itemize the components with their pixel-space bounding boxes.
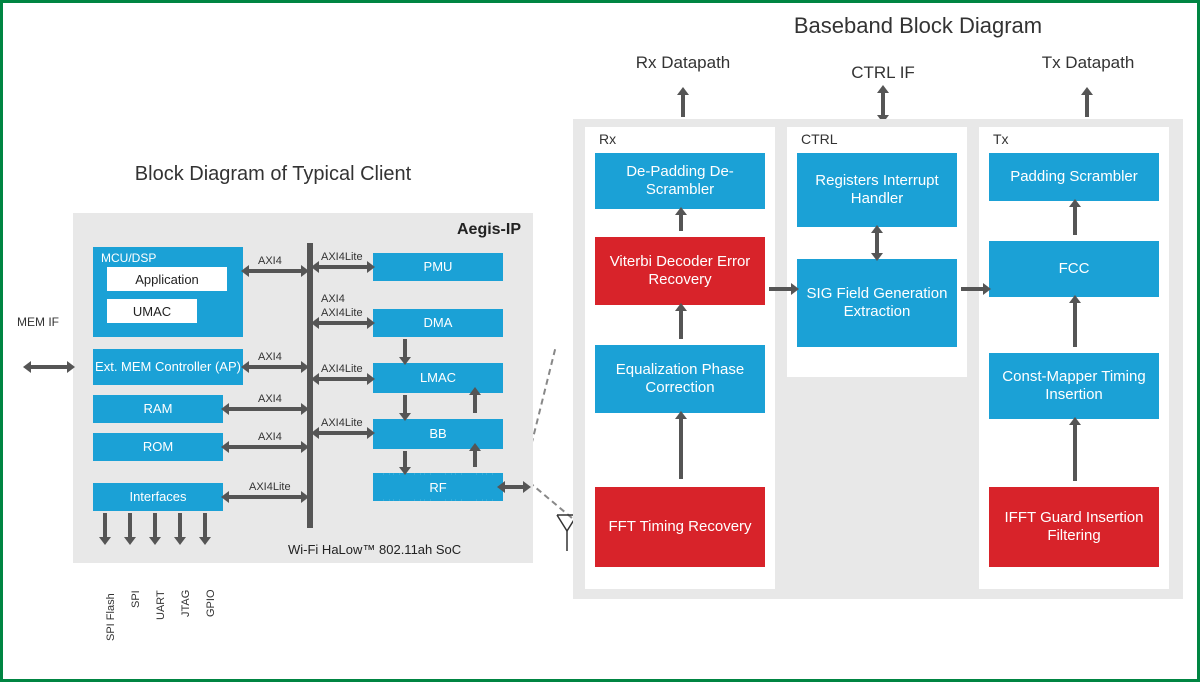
ctrl-arrow	[875, 233, 879, 253]
axi4-label-dma: AXI4	[321, 293, 345, 305]
if-arrow-4	[203, 513, 207, 537]
if-port-4: GPIO	[205, 589, 217, 617]
if-port-3: JTAG	[180, 590, 192, 617]
if-port-0: SPI Flash	[105, 593, 117, 641]
tx-pad-block: Padding Scrambler	[989, 153, 1159, 201]
rx-arrow-2	[679, 311, 683, 339]
mcu-dsp-label: MCU/DSP	[101, 251, 156, 265]
axi4lite-label-lmac: AXI4Lite	[321, 363, 363, 375]
tx-mapper-block: Const-Mapper Timing Insertion	[989, 353, 1159, 419]
ctrl-to-tx-arrow	[961, 287, 983, 291]
axi4lite-arrow-pmu	[319, 265, 367, 269]
rx-to-ctrl-arrow	[769, 287, 791, 291]
interfaces-box: Interfaces	[93, 483, 223, 511]
bb-box: BB	[373, 419, 503, 449]
rx-fft-block: FFT Timing Recovery	[595, 487, 765, 567]
axi4lite-label-pmu: AXI4Lite	[321, 251, 363, 263]
rx-eq-block: Equalization Phase Correction	[595, 345, 765, 413]
rx-depad-block: De-Padding De-Scrambler	[595, 153, 765, 209]
tx-fcc-block: FCC	[989, 241, 1159, 297]
rx-datapath-label: Rx Datapath	[593, 53, 773, 73]
ctrl-regs-block: Registers Interrupt Handler	[797, 153, 957, 227]
tx-out-arrow	[1085, 95, 1089, 117]
arrow-dma-lmac-l	[403, 339, 407, 357]
tx-arrow-3	[1073, 425, 1077, 481]
application-box: Application	[107, 267, 227, 291]
ext-mem-box: Ext. MEM Controller (AP)	[93, 349, 243, 385]
axi4lite-label-if: AXI4Lite	[249, 481, 291, 493]
if-arrow-1	[128, 513, 132, 537]
mem-if-arrow	[31, 365, 67, 369]
axi4-label-ext: AXI4	[258, 351, 282, 363]
arrow-lmac-bb-l	[403, 395, 407, 413]
baseband-panel: Rx CTRL Tx De-Padding De-Scrambler Viter…	[573, 119, 1183, 599]
if-arrow-2	[153, 513, 157, 537]
axi4lite-arrow-lmac	[319, 377, 367, 381]
rx-arrow-3	[679, 419, 683, 479]
axi-bus	[307, 243, 313, 528]
umac-box: UMAC	[107, 299, 197, 323]
rf-antenna-arrow	[505, 485, 523, 489]
axi4-arrow-rom	[229, 445, 301, 449]
ctrl-io-arrow	[881, 93, 885, 115]
arrow-lmac-bb-r	[473, 395, 477, 413]
aegis-ip-label: Aegis-IP	[457, 221, 521, 239]
if-port-1: SPI	[130, 590, 142, 608]
pmu-box: PMU	[373, 253, 503, 281]
dma-box: DMA	[373, 309, 503, 337]
rf-box: RF	[373, 473, 503, 501]
axi4lite-arrow-if	[229, 495, 301, 499]
if-port-2: UART	[155, 590, 167, 620]
baseband-title: Baseband Block Diagram	[733, 13, 1103, 39]
mem-if-label: MEM IF	[17, 315, 59, 329]
axi4-arrow-mcu	[249, 269, 301, 273]
axi4-arrow-ram	[229, 407, 301, 411]
axi4lite-label-bb: AXI4Lite	[321, 417, 363, 429]
ctrl-sig-block: SIG Field Generation Extraction	[797, 259, 957, 347]
ram-box: RAM	[93, 395, 223, 423]
if-arrow-3	[178, 513, 182, 537]
axi4-label-ram: AXI4	[258, 393, 282, 405]
rx-viterbi-block: Viterbi Decoder Error Recovery	[595, 237, 765, 305]
tx-arrow-1	[1073, 207, 1077, 235]
axi4-label-rom: AXI4	[258, 431, 282, 443]
axi4lite-label-dma: AXI4Lite	[321, 307, 363, 319]
arrow-bb-rf-r	[473, 451, 477, 467]
arrow-bb-rf-l	[403, 451, 407, 467]
rx-col-label: Rx	[591, 129, 624, 149]
ctrl-if-label: CTRL IF	[803, 63, 963, 83]
soc-label: Wi-Fi HaLow™ 802.11ah SoC	[288, 542, 461, 557]
tx-datapath-label: Tx Datapath	[1003, 53, 1173, 73]
axi4-label: AXI4	[258, 255, 282, 267]
rx-arrow-1	[679, 215, 683, 231]
client-panel: Aegis-IP Wi-Fi HaLow™ 802.11ah SoC MCU/D…	[73, 213, 533, 563]
rx-out-arrow	[681, 95, 685, 117]
ctrl-col-label: CTRL	[793, 129, 846, 149]
axi4-arrow-dma	[319, 321, 367, 325]
tx-ifft-block: IFFT Guard Insertion Filtering	[989, 487, 1159, 567]
rom-box: ROM	[93, 433, 223, 461]
if-arrow-0	[103, 513, 107, 537]
tx-arrow-2	[1073, 303, 1077, 347]
tx-col-label: Tx	[985, 129, 1017, 149]
axi4lite-arrow-bb	[319, 431, 367, 435]
lmac-box: LMAC	[373, 363, 503, 393]
axi4-arrow-ext	[249, 365, 301, 369]
mcu-dsp-box: MCU/DSP	[93, 247, 243, 337]
client-title: Block Diagram of Typical Client	[123, 163, 423, 186]
